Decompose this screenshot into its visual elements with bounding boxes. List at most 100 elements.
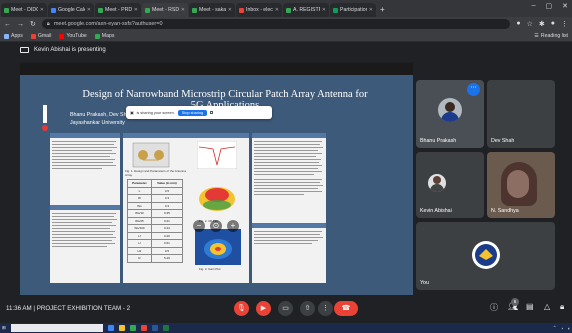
maximize-icon[interactable]: ▢: [546, 2, 553, 10]
tab-favicon: [145, 7, 150, 13]
browser-tab-strip: Meet - DIDC✕ Google Calendar✕ Meet - PRD…: [0, 0, 572, 17]
tab-label: Inbox - electron: [246, 7, 273, 13]
taskbar-app-icon[interactable]: [151, 325, 158, 331]
abstract-header: [50, 133, 120, 138]
taskbar-app-icon[interactable]: [107, 325, 114, 331]
more-options-button[interactable]: ⋮: [318, 301, 333, 316]
presentation-stage[interactable]: Design of Narrowband Microstrip Circular…: [20, 63, 413, 295]
stop-sharing-button[interactable]: Stop sharing: [177, 109, 208, 116]
tab-favicon: [4, 7, 9, 13]
reload-icon[interactable]: ↻: [30, 20, 36, 28]
star-icon[interactable]: ☆: [527, 20, 533, 28]
taskbar-app-icon[interactable]: [162, 325, 169, 331]
new-tab-button[interactable]: +: [380, 3, 385, 17]
minimize-icon[interactable]: –: [532, 2, 536, 10]
shared-slide: Design of Narrowband Microstrip Circular…: [20, 75, 413, 295]
participant-tile[interactable]: Dev Shah: [487, 80, 555, 148]
forward-icon[interactable]: →: [17, 21, 24, 28]
close-tab-icon[interactable]: ✕: [275, 7, 279, 13]
maps-icon: [94, 33, 100, 39]
self-tile[interactable]: You: [416, 222, 555, 290]
table-row: H1 0.5: [127, 246, 184, 255]
zoom-in-icon[interactable]: +: [227, 220, 239, 232]
activities-icon[interactable]: △: [544, 302, 550, 311]
tab-favicon: [286, 7, 291, 13]
youtube-icon: [59, 33, 65, 39]
return-loss-plot: [197, 141, 237, 169]
meeting-details-icon[interactable]: ⓘ: [490, 302, 498, 313]
tab-label: Participation list: [340, 7, 367, 13]
host-controls-icon[interactable]: 🔒︎: [560, 302, 564, 312]
url-text: meet.google.com/axn-eyan-ssfs?authuser=0: [53, 21, 163, 27]
reading-list[interactable]: ☰ Reading list: [534, 33, 568, 39]
browser-tab[interactable]: Inbox - electron✕: [236, 3, 282, 17]
table-header: Parameter: [127, 179, 152, 188]
participant-tile[interactable]: Kevin Abishai: [416, 152, 484, 218]
bookmark-youtube[interactable]: YouTube: [59, 33, 87, 39]
tray-arrow-icon[interactable]: ⌃: [553, 325, 557, 331]
start-icon[interactable]: ⊞: [2, 325, 6, 331]
participant-name: Dev Shah: [491, 138, 515, 144]
bookmark-label: Gmail: [37, 33, 52, 39]
table-row: R 5.29: [127, 254, 184, 263]
browser-tab[interactable]: Meet - DIDC ✕: [1, 3, 47, 17]
participant-tile[interactable]: Bhanu Prakash ⋯: [416, 80, 484, 148]
parameter-table: Parameter Value (in mm) L 3.5 W 3.3 Ws 0.3 W…: [127, 179, 184, 263]
close-tab-icon[interactable]: ✕: [181, 7, 185, 13]
taskbar-search[interactable]: [10, 324, 103, 332]
mic-off-button[interactable]: 🎙︎: [234, 301, 249, 316]
browser-tab[interactable]: A. REGISTRATION✕: [283, 3, 329, 17]
browser-tab[interactable]: Meet - PRDB✕: [95, 3, 141, 17]
table-row: Ws 0.3: [127, 201, 184, 210]
close-window-icon[interactable]: ✕: [562, 2, 568, 10]
meeting-time: 11:36 AM: [6, 305, 32, 312]
bookmark-label: Maps: [101, 33, 115, 39]
tab-favicon: [333, 7, 338, 13]
close-tab-icon[interactable]: ✕: [322, 7, 326, 13]
close-tab-icon[interactable]: ✕: [228, 7, 232, 13]
close-tab-icon[interactable]: ✕: [40, 7, 44, 13]
extensions-icon[interactable]: ✱: [539, 20, 545, 28]
more-options-icon[interactable]: ⋯: [467, 83, 480, 96]
table-row: W 3.3: [127, 194, 184, 203]
menu-icon[interactable]: ⋮: [561, 20, 568, 28]
university-logo: [40, 105, 50, 131]
lock-icon: 🔒︎: [46, 20, 50, 27]
camera-icon[interactable]: ●: [516, 20, 520, 28]
bookmark-apps[interactable]: Apps: [4, 33, 23, 39]
fig-caption-3: Fig. 3. Gain Plot: [199, 267, 221, 271]
url-field[interactable]: 🔒︎ meet.google.com/axn-eyan-ssfs?authuse…: [41, 19, 511, 29]
close-tab-icon[interactable]: ✕: [369, 7, 373, 13]
slide-abstract-panel: [50, 133, 120, 283]
volume-icon[interactable]: ◖: [567, 326, 570, 331]
zoom-out-icon[interactable]: −: [193, 220, 205, 232]
close-tab-icon[interactable]: ✕: [87, 7, 91, 13]
reading-list-label: Reading list: [540, 33, 568, 39]
participant-name: You: [420, 280, 429, 286]
tab-label: A. REGISTRATION: [293, 7, 320, 13]
taskbar-app-icon[interactable]: [140, 325, 147, 331]
captions-button[interactable]: ▭: [278, 301, 293, 316]
browser-tab[interactable]: Participation list✕: [330, 3, 376, 17]
zoom-controls: − ⊙ +: [186, 220, 246, 232]
popup-close-icon[interactable]: [210, 111, 214, 114]
participant-video-tile[interactable]: N. Sandhya: [487, 152, 555, 218]
back-icon[interactable]: ←: [4, 21, 11, 28]
browser-tab[interactable]: Meet - saka ✕: [189, 3, 235, 17]
meeting-name: PROJECT EXHIBITION TEAM - 2: [36, 305, 131, 312]
browser-tab-active[interactable]: Meet - RSDB✕: [142, 3, 188, 17]
bookmark-maps[interactable]: Maps: [94, 33, 115, 39]
browser-tab[interactable]: Google Calendar✕: [48, 3, 94, 17]
leave-call-button[interactable]: ☎: [334, 301, 358, 316]
meeting-controls-bar: 11:36 AM | PROJECT EXHIBITION TEAM - 2 🎙…: [0, 295, 572, 323]
chat-icon[interactable]: ▤: [526, 302, 534, 311]
zoom-reset-icon[interactable]: ⊙: [210, 220, 222, 232]
present-now-button[interactable]: ⇧: [300, 301, 315, 316]
bookmark-gmail[interactable]: Gmail: [30, 33, 52, 39]
profile-icon[interactable]: ●: [551, 20, 555, 28]
wifi-icon[interactable]: ◔: [561, 326, 564, 331]
taskbar-app-icon[interactable]: [118, 325, 125, 331]
close-tab-icon[interactable]: ✕: [134, 7, 138, 13]
camera-off-button[interactable]: ▶: [256, 301, 271, 316]
taskbar-app-icon[interactable]: [129, 325, 136, 331]
